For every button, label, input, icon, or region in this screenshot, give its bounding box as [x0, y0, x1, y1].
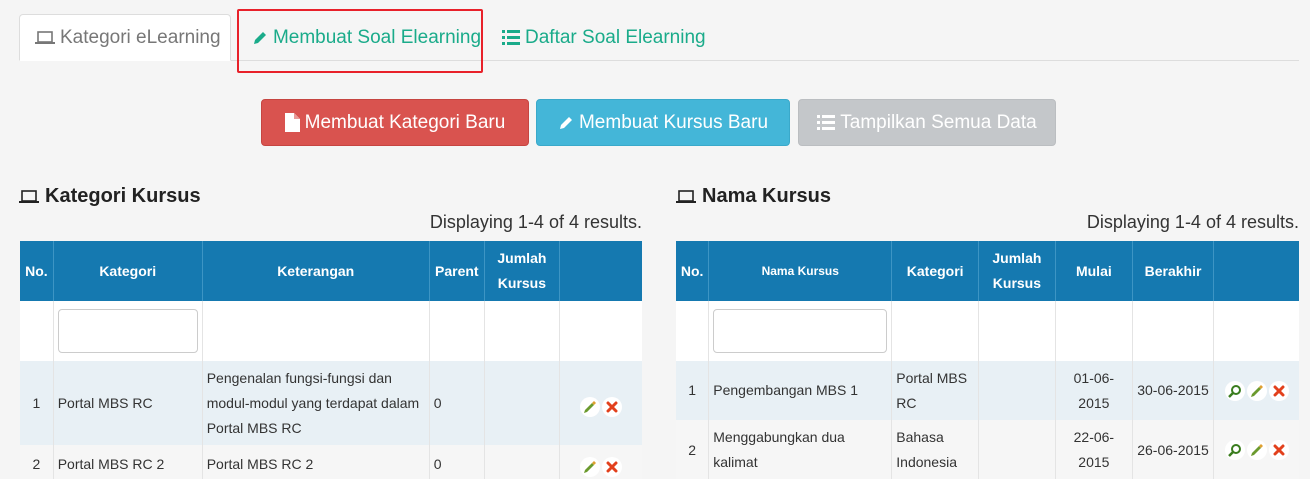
table-row: 1 Portal MBS RC Pengenalan fungsi-fungsi… — [20, 361, 642, 445]
edit-icon[interactable] — [1246, 440, 1267, 460]
row-parent: 0 — [429, 361, 485, 445]
row-actions — [559, 361, 642, 445]
row-jumlah — [978, 361, 1056, 420]
row-no: 1 — [676, 361, 710, 420]
row-nama: Pengembangan MBS 1 — [708, 361, 893, 420]
col-header[interactable]: Kategori — [891, 241, 980, 301]
row-kategori: Portal MBS RC 2 — [53, 445, 203, 479]
search-icon[interactable] — [1224, 440, 1245, 460]
col-header[interactable]: Keterangan — [202, 241, 430, 301]
col-header[interactable]: Jumlah Kursus — [484, 241, 560, 301]
col-header[interactable]: Mulai — [1055, 241, 1134, 301]
col-header[interactable]: Kategori — [53, 241, 203, 301]
row-kategori: Bahasa Indonesia — [891, 420, 980, 479]
col-header — [559, 241, 642, 301]
row-actions — [1213, 361, 1299, 420]
col-header[interactable]: Nama Kursus — [708, 241, 893, 301]
col-header — [1213, 241, 1299, 301]
button-label: Membuat Kategori Baru — [304, 111, 506, 133]
row-keterangan: Pengenalan fungsi-fungsi dan modul-modul… — [202, 361, 430, 445]
membuat-kursus-baru-button[interactable]: Membuat Kursus Baru — [536, 99, 790, 146]
edit-icon[interactable] — [579, 457, 600, 477]
tab-kategori-elearning[interactable]: Kategori eLearning — [19, 14, 231, 61]
col-header[interactable]: Jumlah Kursus — [978, 241, 1056, 301]
col-header[interactable]: No. — [676, 241, 710, 301]
row-kategori: Portal MBS RC — [891, 361, 980, 420]
list-icon — [817, 115, 836, 130]
kategori-summary: Displaying 1-4 of 4 results. — [429, 212, 642, 232]
delete-icon[interactable] — [1268, 440, 1289, 460]
edit-icon[interactable] — [1246, 380, 1267, 401]
delete-icon[interactable] — [1268, 380, 1289, 401]
membuat-kategori-baru-button[interactable]: Membuat Kategori Baru — [261, 99, 529, 146]
row-no: 1 — [20, 361, 54, 445]
kursus-table: No. Nama Kursus Kategori Jumlah Kursus M… — [676, 241, 1299, 479]
row-no: 2 — [20, 445, 54, 479]
row-parent: 0 — [429, 445, 485, 479]
kategori-filter-input[interactable] — [57, 309, 198, 353]
col-header[interactable]: No. — [20, 241, 54, 301]
row-mulai: 22-06-2015 — [1055, 420, 1134, 479]
row-mulai: 01-06-2015 — [1055, 361, 1134, 420]
laptop-icon — [676, 189, 696, 203]
row-keterangan: Portal MBS RC 2 — [202, 445, 430, 479]
row-actions — [559, 445, 642, 479]
kategori-table: No. Kategori Keterangan Parent Jumlah Ku… — [20, 241, 642, 479]
table-row: 2 Portal MBS RC 2 Portal MBS RC 2 0 — [20, 445, 642, 479]
table-row: 1 Pengembangan MBS 1 Portal MBS RC 01-06… — [676, 361, 1299, 420]
kategori-kursus-title: Kategori Kursus — [19, 185, 201, 208]
tab-label: Kategori eLearning — [60, 26, 221, 48]
table-row: 2 Menggabungkan dua kalimat Bahasa Indon… — [676, 420, 1299, 479]
nav-tabs: Kategori eLearning Membuat Soal Elearnin… — [19, 14, 1299, 61]
search-icon[interactable] — [1224, 380, 1245, 401]
tab-label: Daftar Soal Elearning — [525, 26, 706, 48]
row-jumlah — [484, 445, 560, 479]
row-kategori: Portal MBS RC — [53, 361, 203, 445]
button-label: Membuat Kursus Baru — [578, 111, 769, 133]
row-jumlah — [978, 420, 1056, 479]
row-no: 2 — [676, 420, 710, 479]
delete-icon[interactable] — [601, 397, 622, 417]
delete-icon[interactable] — [601, 457, 622, 477]
edit-icon[interactable] — [579, 397, 600, 417]
nama-kursus-title: Nama Kursus — [676, 185, 831, 208]
button-label: Tampilkan Semua Data — [840, 111, 1037, 133]
tab-daftar-soal[interactable]: Daftar Soal Elearning — [502, 14, 706, 61]
row-jumlah — [484, 361, 560, 445]
tampilkan-semua-data-button[interactable]: Tampilkan Semua Data — [798, 99, 1056, 146]
nama-kursus-filter-input[interactable] — [713, 309, 888, 353]
list-icon — [502, 30, 520, 45]
kursus-summary: Displaying 1-4 of 4 results. — [1086, 212, 1299, 232]
row-actions — [1213, 420, 1299, 479]
highlight-box — [237, 9, 483, 73]
col-header[interactable]: Berakhir — [1132, 241, 1215, 301]
section-title-label: Nama Kursus — [702, 185, 831, 207]
laptop-icon — [35, 30, 55, 44]
row-berakhir: 26-06-2015 — [1132, 420, 1215, 479]
row-nama: Menggabungkan dua kalimat — [708, 420, 893, 479]
section-title-label: Kategori Kursus — [45, 185, 201, 207]
laptop-icon — [19, 189, 39, 203]
col-header[interactable]: Parent — [429, 241, 485, 301]
row-berakhir: 30-06-2015 — [1132, 361, 1215, 420]
file-icon — [284, 113, 300, 132]
pencil-icon — [559, 116, 572, 129]
